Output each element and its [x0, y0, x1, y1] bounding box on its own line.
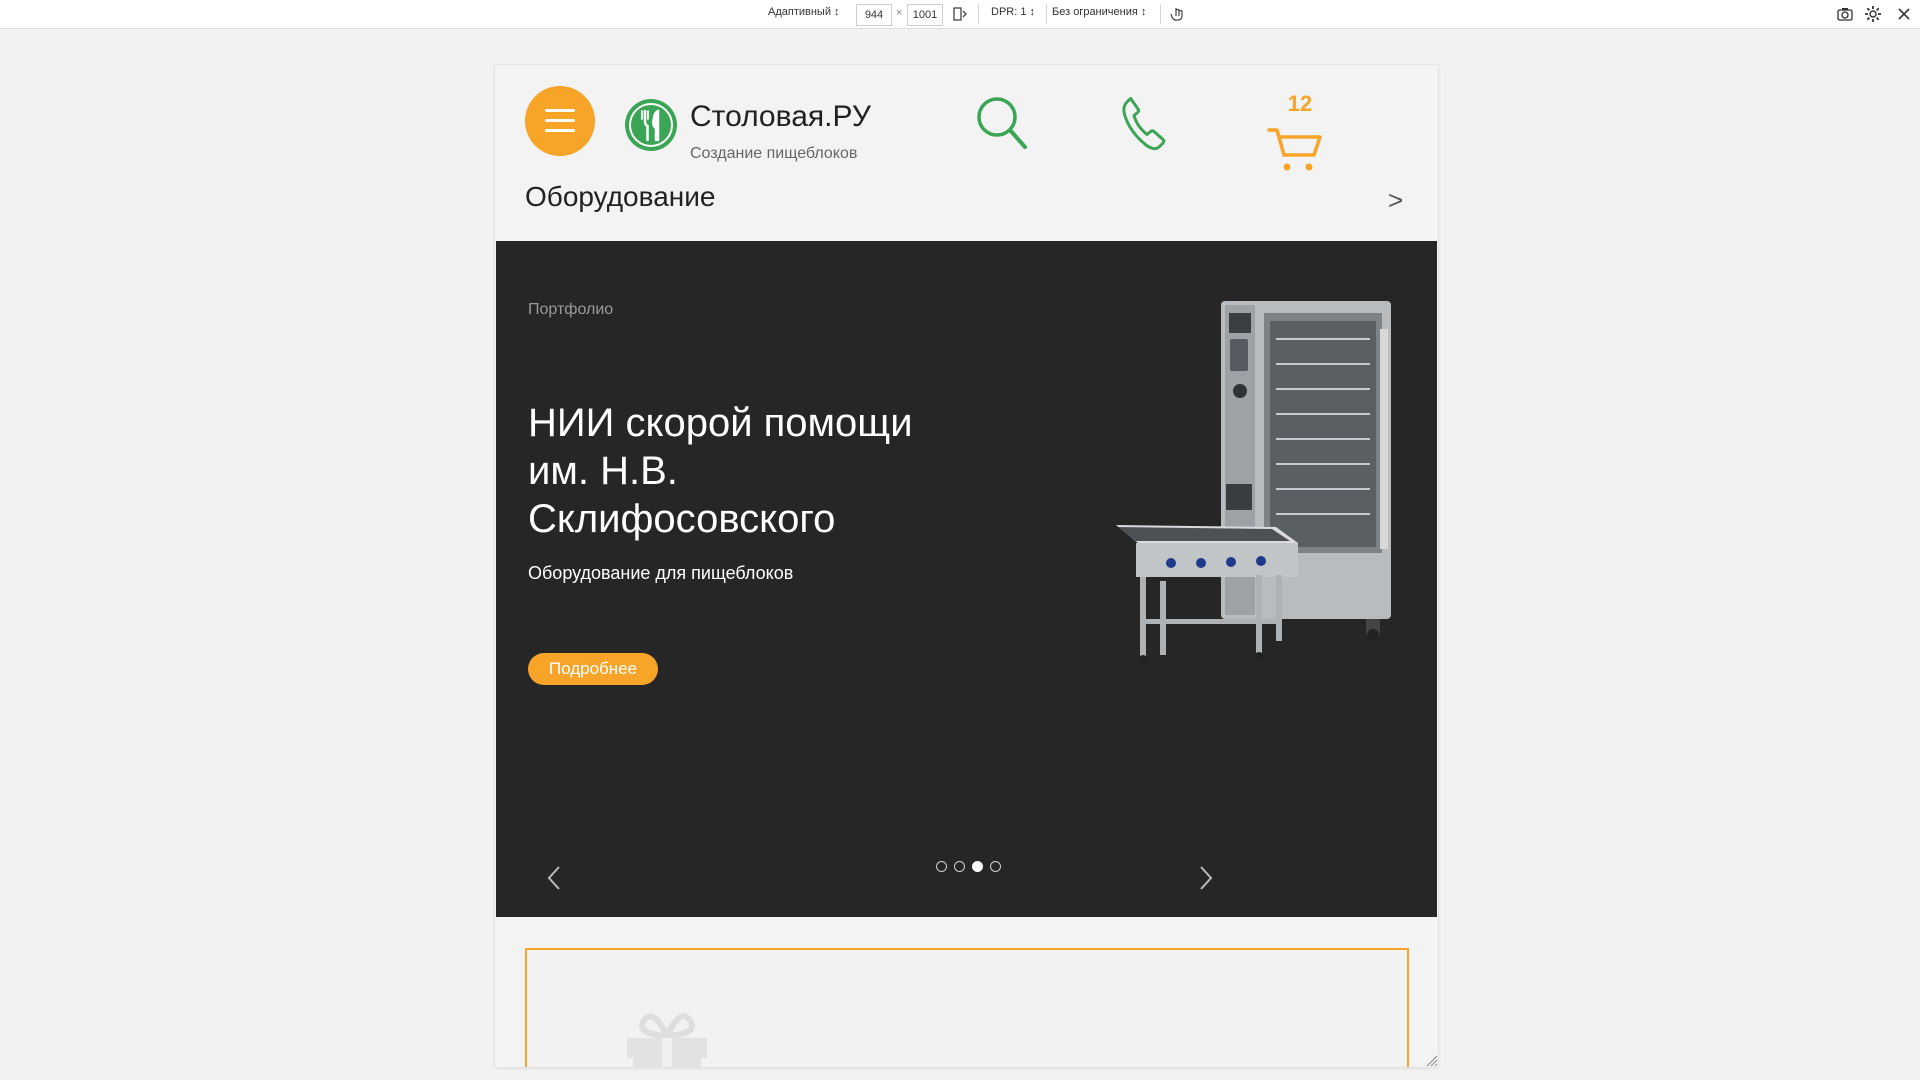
close-icon[interactable]: [1894, 4, 1914, 24]
select-arrow-icon: ↕: [1029, 6, 1036, 18]
width-input[interactable]: 944: [856, 4, 892, 26]
select-arrow-icon: ↕: [1140, 6, 1147, 18]
promo-block: [525, 948, 1409, 1067]
device-select[interactable]: Адаптивный ↕: [768, 6, 840, 18]
slider-dot[interactable]: [954, 861, 965, 872]
select-arrow-icon: ↕: [834, 6, 840, 18]
slider-dot[interactable]: [936, 861, 947, 872]
throttle-select[interactable]: Без ограничения ↕: [1052, 6, 1146, 18]
menu-icon: [545, 119, 575, 122]
section-title[interactable]: Оборудование: [525, 181, 715, 213]
menu-icon: [545, 109, 575, 112]
dpr-label: DPR: 1: [991, 6, 1027, 18]
logo-subtitle: Создание пищеблоков: [690, 145, 858, 162]
height-input[interactable]: 1001: [907, 4, 943, 26]
kitchen-equipment-image: [1116, 301, 1391, 663]
details-button[interactable]: Подробнее: [528, 653, 658, 685]
toolbar-divider: [978, 4, 979, 24]
devtools-toolbar: Адаптивный ↕ 944 × 1001 DPR: 1 ↕ Без огр…: [0, 0, 1920, 29]
search-icon[interactable]: [974, 94, 1030, 152]
throttle-label: Без ограничения: [1052, 6, 1138, 18]
toolbar-divider: [1160, 4, 1161, 24]
phone-icon[interactable]: [1119, 95, 1167, 153]
slide-title: НИИ скорой помощи им. Н.В. Склифосовског…: [528, 401, 913, 541]
fork-knife-icon[interactable]: [623, 97, 679, 153]
portfolio-slider: Портфолио НИИ скорой помощи им. Н.В. Скл…: [496, 241, 1437, 917]
settings-gear-icon[interactable]: [1863, 4, 1883, 24]
slider-dot[interactable]: [990, 861, 1001, 872]
dimension-separator: ×: [896, 7, 903, 19]
resize-handle-icon[interactable]: [1424, 1053, 1438, 1067]
device-select-label: Адаптивный: [768, 6, 831, 18]
dpr-select[interactable]: DPR: 1 ↕: [991, 6, 1035, 18]
logo-title[interactable]: Столовая.РУ: [690, 100, 871, 134]
chevron-right-icon[interactable]: [1192, 861, 1220, 895]
cart-icon[interactable]: [1265, 122, 1325, 174]
chevron-left-icon[interactable]: [540, 861, 568, 895]
slider-dot-active[interactable]: [972, 861, 983, 872]
toolbar-divider: [1046, 4, 1047, 24]
screenshot-icon[interactable]: [1835, 4, 1855, 24]
menu-button[interactable]: [525, 86, 595, 156]
menu-icon: [545, 129, 575, 132]
section-arrow[interactable]: >: [1388, 185, 1403, 216]
emulated-page: Столовая.РУ Создание пищеблоков 12 Обору…: [495, 65, 1438, 1067]
rotate-icon[interactable]: [950, 4, 970, 24]
slide-eyebrow: Портфолио: [528, 301, 614, 318]
gift-icon: [627, 1013, 707, 1067]
slide-subtitle: Оборудование для пищеблоков: [528, 563, 794, 583]
cart-count-badge: 12: [1287, 91, 1313, 116]
touch-icon[interactable]: [1167, 4, 1187, 24]
